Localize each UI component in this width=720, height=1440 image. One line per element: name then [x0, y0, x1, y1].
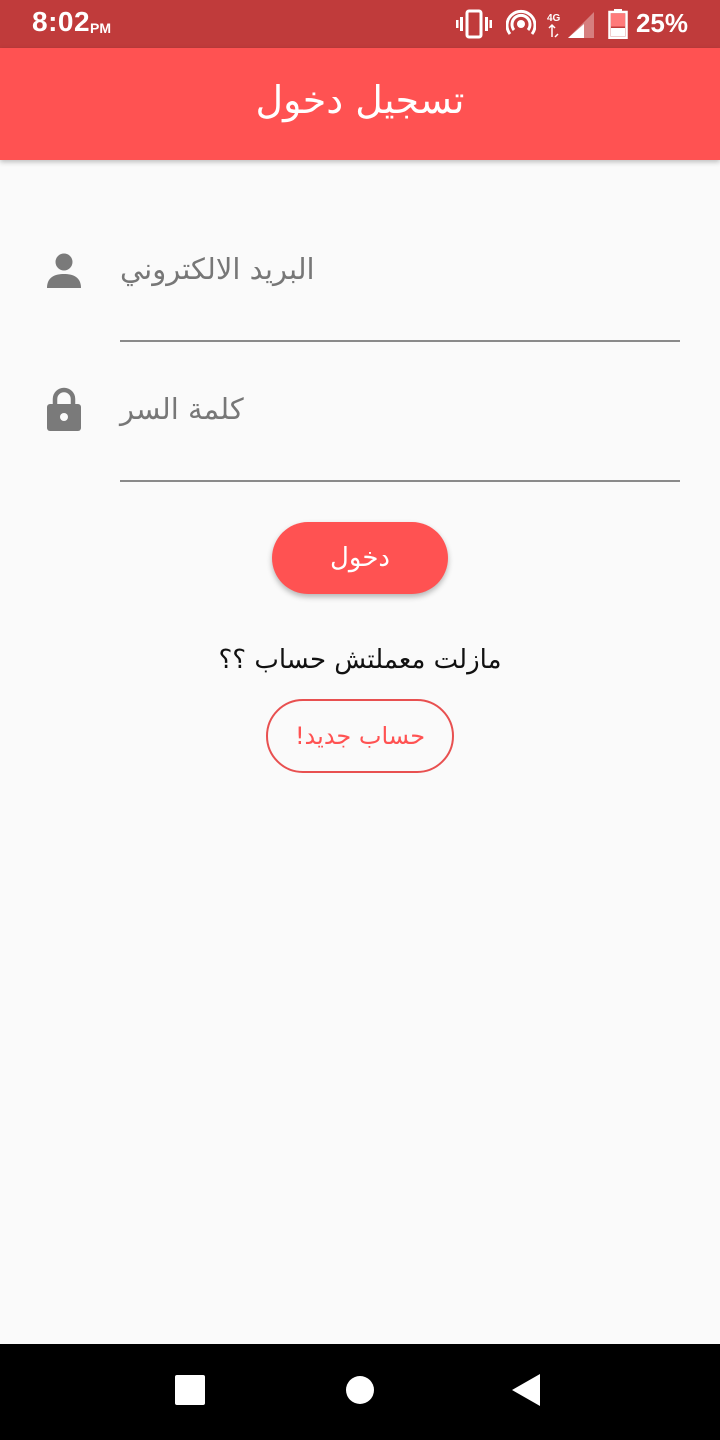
signal-icon: 4G [546, 10, 598, 44]
person-icon [44, 250, 84, 294]
status-bar: 8:02 PM 4G 25% [0, 0, 720, 48]
page-title: تسجيل دخول [255, 78, 465, 122]
login-screen: 8:02 PM 4G 25% تسجيل دخول البريد الالكتر… [0, 0, 720, 1440]
password-field[interactable] [120, 420, 680, 482]
no-account-prompt: مازلت معملتش حساب ؟؟ [218, 645, 502, 675]
vibrate-icon [456, 8, 492, 44]
status-ampm: PM [90, 20, 111, 36]
recents-icon [175, 1375, 205, 1409]
battery-percentage: 25% [635, 8, 688, 38]
navigation-bar [0, 1344, 720, 1440]
login-button[interactable]: دخول [272, 522, 448, 594]
hotspot-icon [505, 8, 537, 44]
back-icon [511, 1373, 541, 1411]
status-time: 8:02 [32, 6, 91, 37]
lock-icon [44, 386, 84, 436]
recents-button[interactable] [142, 1344, 238, 1440]
battery-icon [608, 9, 628, 43]
email-field[interactable] [120, 280, 680, 342]
home-button[interactable] [312, 1344, 408, 1440]
network-type-label: 4G [547, 13, 561, 24]
app-bar: تسجيل دخول [0, 48, 720, 160]
back-button[interactable] [478, 1344, 574, 1440]
new-account-button[interactable]: حساب جديد! [266, 699, 454, 773]
home-icon [345, 1375, 375, 1409]
